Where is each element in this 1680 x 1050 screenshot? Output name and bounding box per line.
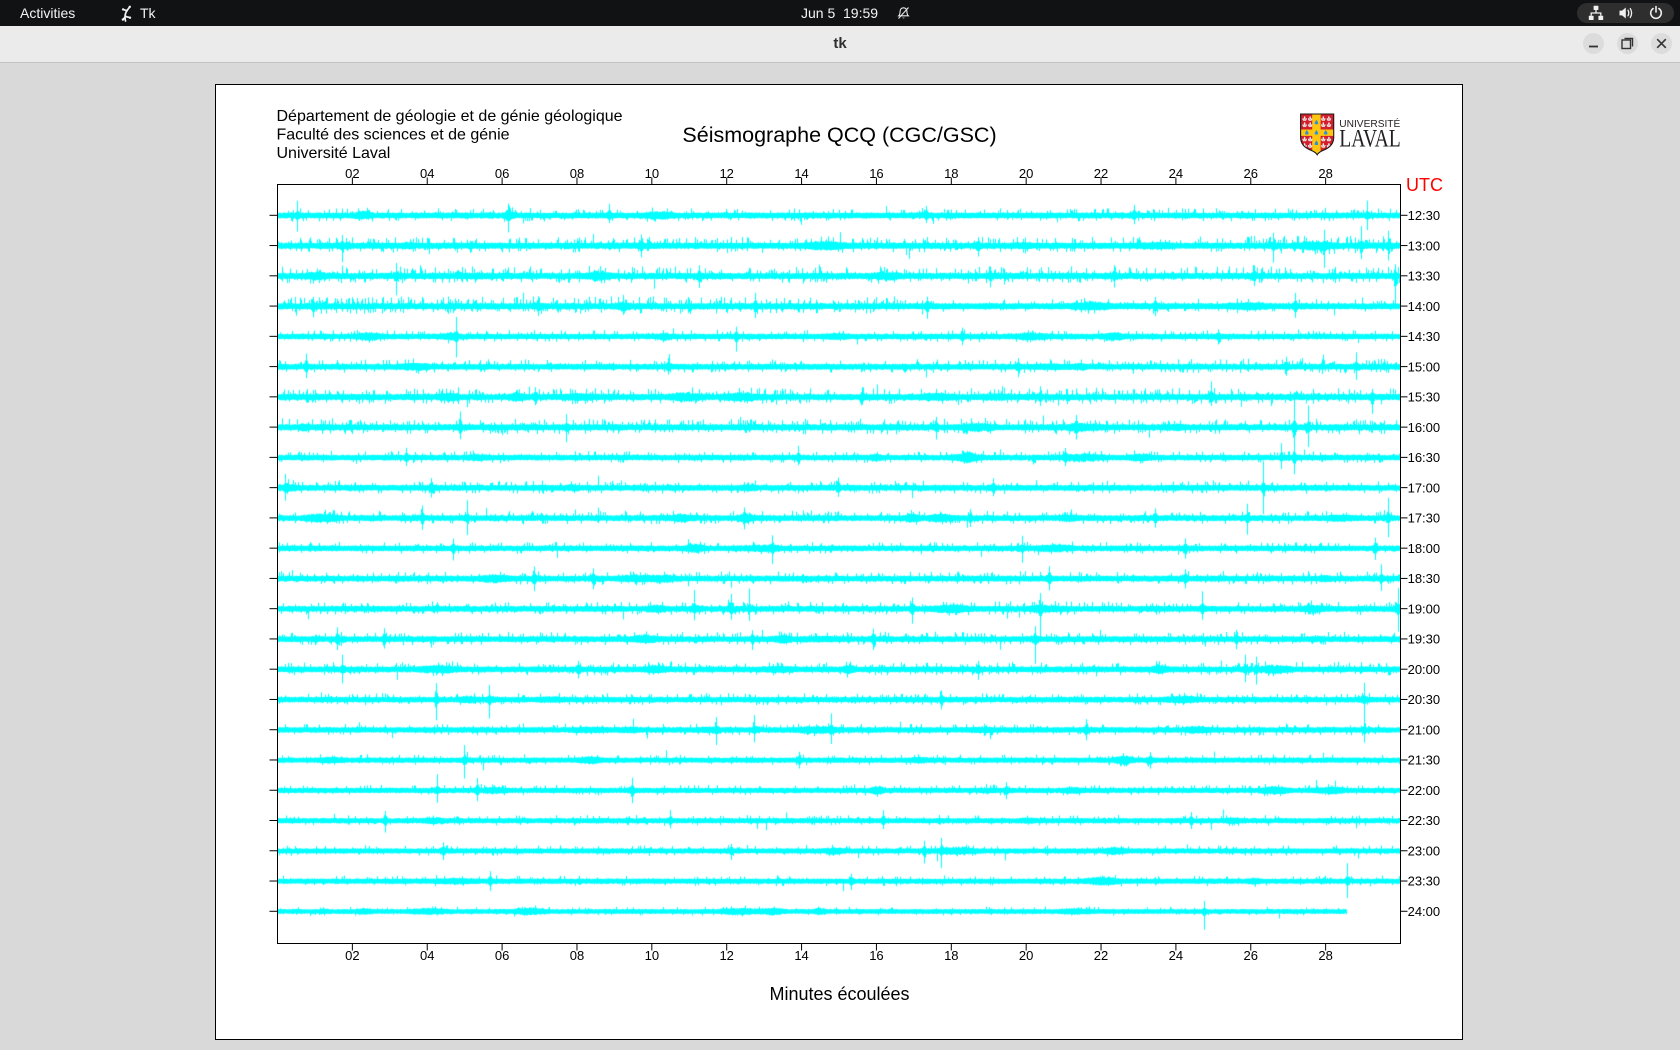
svg-text:18:30: 18:30 [1408,571,1441,586]
svg-text:21:30: 21:30 [1408,753,1441,768]
svg-text:19:30: 19:30 [1408,632,1441,647]
svg-text:22: 22 [1094,166,1108,181]
svg-text:04: 04 [420,948,434,963]
svg-text:24: 24 [1169,166,1183,181]
svg-text:13:00: 13:00 [1408,238,1441,253]
svg-text:16: 16 [869,948,883,963]
svg-text:22:30: 22:30 [1408,813,1441,828]
svg-text:22:00: 22:00 [1408,783,1441,798]
svg-text:23:30: 23:30 [1408,874,1441,889]
svg-text:12:30: 12:30 [1408,208,1441,223]
svg-text:14:00: 14:00 [1408,299,1441,314]
svg-text:10: 10 [645,948,659,963]
svg-text:22: 22 [1094,948,1108,963]
svg-text:14:30: 14:30 [1408,329,1441,344]
svg-text:Université Laval: Université Laval [277,145,391,162]
svg-text:23:00: 23:00 [1408,843,1441,858]
svg-text:18: 18 [944,166,958,181]
svg-text:28: 28 [1318,166,1332,181]
svg-text:20:00: 20:00 [1408,662,1441,677]
svg-text:02: 02 [345,166,359,181]
svg-text:Faculté des sciences et de gén: Faculté des sciences et de génie [277,127,510,144]
svg-text:13:30: 13:30 [1408,269,1441,284]
svg-text:08: 08 [570,948,584,963]
svg-text:18:00: 18:00 [1408,541,1441,556]
svg-text:15:00: 15:00 [1408,359,1441,374]
svg-text:26: 26 [1244,948,1258,963]
svg-text:02: 02 [345,948,359,963]
svg-text:24:00: 24:00 [1408,904,1441,919]
svg-text:Minutes écoulées: Minutes écoulées [769,984,909,1004]
svg-text:08: 08 [570,166,584,181]
svg-text:20: 20 [1019,948,1033,963]
svg-text:26: 26 [1244,166,1258,181]
svg-text:15:30: 15:30 [1408,390,1441,405]
svg-text:Département de géologie et de: Département de géologie et de génie géol… [277,108,623,125]
svg-text:28: 28 [1318,948,1332,963]
svg-text:12: 12 [719,166,733,181]
svg-text:20:30: 20:30 [1408,692,1441,707]
svg-text:24: 24 [1169,948,1183,963]
svg-text:UTC: UTC [1406,175,1443,195]
svg-text:Séismographe QCQ (CGC/GSC): Séismographe QCQ (CGC/GSC) [682,123,996,147]
svg-text:21:00: 21:00 [1408,722,1441,737]
svg-text:19:00: 19:00 [1408,601,1441,616]
svg-text:06: 06 [495,166,509,181]
svg-text:14: 14 [794,166,808,181]
svg-text:16:00: 16:00 [1408,420,1441,435]
svg-text:17:30: 17:30 [1408,511,1441,526]
svg-text:18: 18 [944,948,958,963]
svg-text:LAVAL: LAVAL [1339,126,1401,153]
svg-text:04: 04 [420,166,434,181]
svg-text:16:30: 16:30 [1408,450,1441,465]
svg-text:16: 16 [869,166,883,181]
svg-text:20: 20 [1019,166,1033,181]
svg-text:14: 14 [794,948,808,963]
svg-text:12: 12 [719,948,733,963]
svg-text:10: 10 [645,166,659,181]
svg-text:06: 06 [495,948,509,963]
svg-text:17:00: 17:00 [1408,480,1441,495]
